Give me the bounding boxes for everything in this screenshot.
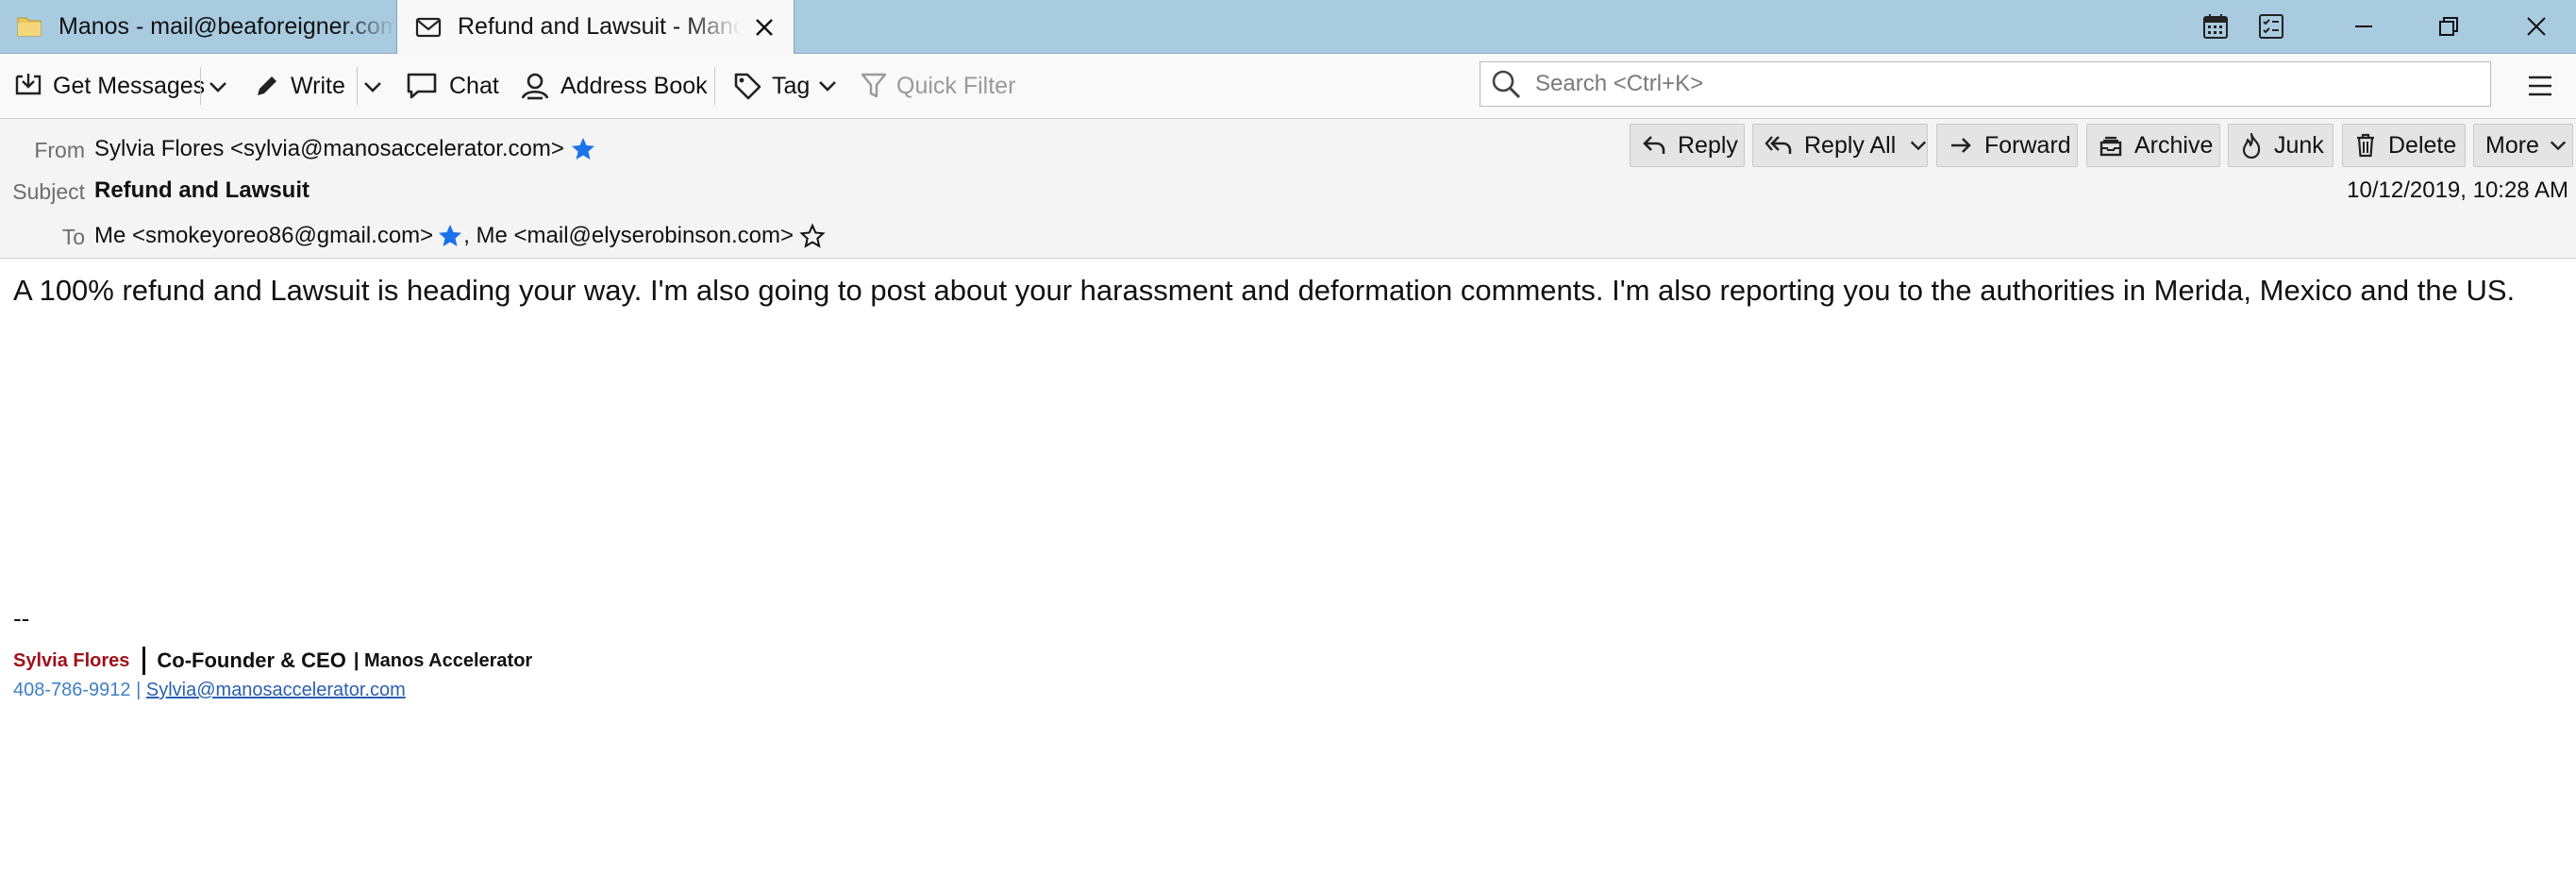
search-box[interactable] <box>1480 61 2491 107</box>
chat-icon <box>407 73 437 99</box>
chat-label: Chat <box>449 72 499 99</box>
star-filled-icon[interactable] <box>570 136 596 162</box>
junk-label: Junk <box>2274 131 2324 159</box>
signature-separator: -- <box>13 604 30 632</box>
tab-label: Manos - mail@beaforeigner.com <box>59 12 396 41</box>
main-toolbar: Get Messages Write Chat Address Book Tag… <box>0 54 2576 119</box>
chevron-down-icon[interactable] <box>208 76 228 97</box>
tab-message[interactable]: Refund and Lawsuit - Manos <box>396 0 795 54</box>
signature-contact: 408-786-9912 | Sylvia@manosaccelerator.c… <box>13 680 406 701</box>
signature-line: Sylvia Flores Co-Founder & CEO | Manos A… <box>13 647 532 675</box>
chevron-down-icon <box>819 81 837 92</box>
write-label: Write <box>291 72 345 99</box>
tasks-icon[interactable] <box>2257 12 2285 41</box>
tab-folder[interactable]: Manos - mail@beaforeigner.com <box>0 0 396 53</box>
reply-all-button[interactable]: Reply All <box>1752 124 1928 167</box>
signature-title: Co-Founder & CEO <box>157 648 346 672</box>
reply-icon <box>1643 136 1665 154</box>
subject-value: Refund and Lawsuit <box>94 177 309 203</box>
get-messages-button[interactable]: Get Messages <box>13 65 205 107</box>
to-address-2[interactable]: , Me <mail@elyserobinson.com> <box>463 223 794 249</box>
archive-label: Archive <box>2134 131 2214 159</box>
from-label: From <box>34 138 85 162</box>
archive-button[interactable]: Archive <box>2086 124 2220 167</box>
junk-button[interactable]: Junk <box>2228 124 2333 167</box>
tag-label: Tag <box>772 72 811 99</box>
to-address-1[interactable]: Me <smokeyoreo86@gmail.com> <box>94 223 433 249</box>
address-book-label: Address Book <box>560 72 708 99</box>
from-address[interactable]: Sylvia Flores <sylvia@manosaccelerator.c… <box>94 136 564 162</box>
message-date: 10/12/2019, 10:28 AM <box>2347 177 2568 203</box>
filter-icon <box>861 73 887 98</box>
reply-all-label: Reply All <box>1804 131 1897 159</box>
contacts-icon <box>521 73 549 100</box>
body-text: A 100% refund and Lawsuit is heading you… <box>13 274 2516 307</box>
folder-icon <box>17 17 42 37</box>
pencil-icon <box>258 76 276 95</box>
forward-button[interactable]: Forward <box>1936 124 2078 167</box>
calendar-icon[interactable] <box>2201 12 2230 41</box>
delete-label: Delete <box>2388 131 2457 159</box>
address-book-button[interactable]: Address Book <box>519 65 708 107</box>
subject-label: Subject <box>12 179 85 204</box>
from-value: Sylvia Flores <sylvia@manosaccelerator.c… <box>94 136 596 162</box>
chevron-down-icon <box>2550 141 2567 151</box>
quick-filter-button[interactable]: Quick Filter <box>861 65 1015 107</box>
minimize-icon[interactable] <box>2350 12 2378 41</box>
search-input[interactable] <box>1533 70 2462 98</box>
quick-filter-label: Quick Filter <box>896 72 1016 99</box>
tab-bar: Manos - mail@beaforeigner.com Refund and… <box>0 0 2576 54</box>
star-outline-icon[interactable] <box>799 223 826 249</box>
flame-icon <box>2242 132 2261 159</box>
star-filled-icon[interactable] <box>437 223 463 249</box>
reply-all-icon <box>1765 136 1792 154</box>
chevron-down-icon[interactable] <box>1909 136 1928 155</box>
forward-label: Forward <box>1984 131 2071 159</box>
hamburger-menu-icon[interactable] <box>2525 71 2555 101</box>
archive-icon <box>2099 136 2122 157</box>
forward-arrow-icon <box>1951 138 1971 153</box>
search-icon <box>1492 70 1521 99</box>
write-button[interactable]: Write <box>253 65 345 107</box>
envelope-icon <box>415 17 442 37</box>
download-icon <box>15 74 42 95</box>
reply-button[interactable]: Reply <box>1630 124 1745 167</box>
more-label: More <box>2485 131 2539 159</box>
message-body: A 100% refund and Lawsuit is heading you… <box>13 274 2561 700</box>
signature-company: | Manos Accelerator <box>353 649 533 671</box>
restore-icon[interactable] <box>2434 12 2463 41</box>
signature-name: Sylvia Flores <box>13 649 130 671</box>
to-value: Me <smokeyoreo86@gmail.com> , Me <mail@e… <box>94 223 826 249</box>
tag-icon <box>734 73 761 100</box>
chevron-down-icon[interactable] <box>362 76 383 97</box>
signature-phone: 408-786-9912 | <box>13 680 142 700</box>
window-close-icon[interactable] <box>2522 12 2551 41</box>
message-header: From Sylvia Flores <sylvia@manosaccelera… <box>0 119 2576 259</box>
reply-label: Reply <box>1678 131 1738 159</box>
close-icon[interactable] <box>750 13 778 42</box>
signature-divider <box>142 647 146 675</box>
chat-button[interactable]: Chat <box>406 65 499 107</box>
signature-email-link[interactable]: Sylvia@manosaccelerator.com <box>146 680 406 700</box>
tab-label: Refund and Lawsuit - Manos <box>458 13 741 41</box>
tag-button[interactable]: Tag <box>732 65 838 107</box>
trash-icon <box>2357 133 2374 158</box>
more-button[interactable]: More <box>2473 124 2573 167</box>
delete-button[interactable]: Delete <box>2342 124 2466 167</box>
get-messages-label: Get Messages <box>53 72 206 99</box>
to-label: To <box>61 225 85 249</box>
